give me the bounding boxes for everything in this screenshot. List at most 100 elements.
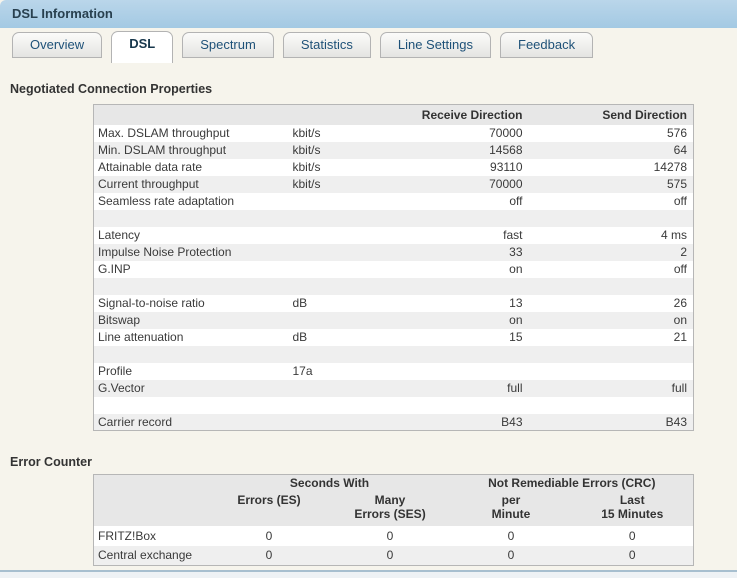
table-row-spacer	[94, 397, 694, 414]
section-heading-error-counter: Error Counter	[10, 455, 737, 469]
table-row: Line attenuationdB1521	[94, 329, 694, 346]
table-row: Latency fast4 ms	[94, 227, 694, 244]
error-table-header: Seconds With Not Remediable Errors (CRC)…	[94, 475, 694, 526]
error-row-label: Central exchange	[94, 546, 209, 566]
group-header-crc: Not Remediable Errors (CRC)	[451, 475, 694, 492]
property-label	[94, 346, 289, 363]
receive-value	[364, 363, 529, 380]
property-label: Latency	[94, 227, 289, 244]
property-label: Seamless rate adaptation	[94, 193, 289, 210]
property-unit: kbit/s	[289, 176, 364, 193]
send-value: 576	[529, 125, 694, 142]
property-label: Current throughput	[94, 176, 289, 193]
per-minute-value: 0	[451, 546, 572, 566]
header-spacer	[94, 105, 289, 125]
error-table-body: FRITZ!Box 0 0 0 0 Central exchange 0 0 0…	[94, 526, 694, 566]
tab-overview[interactable]: Overview	[12, 32, 102, 58]
receive-value: 33	[364, 244, 529, 261]
col-header-receive: Receive Direction	[364, 105, 529, 125]
property-label: G.INP	[94, 261, 289, 278]
property-label	[94, 397, 289, 414]
receive-value	[364, 346, 529, 363]
col-header-send: Send Direction	[529, 105, 694, 125]
table-row: Current throughputkbit/s70000575	[94, 176, 694, 193]
tab-line-settings[interactable]: Line Settings	[380, 32, 491, 58]
col-header-errors-es: Errors (ES)	[209, 492, 330, 526]
property-label: Min. DSLAM throughput	[94, 142, 289, 159]
send-value: 21	[529, 329, 694, 346]
property-unit: kbit/s	[289, 125, 364, 142]
page-title: DSL Information	[12, 6, 113, 21]
receive-value: off	[364, 193, 529, 210]
col-header-last-15-minutes: Last 15 Minutes	[572, 492, 694, 526]
error-counter-table: Seconds With Not Remediable Errors (CRC)…	[93, 474, 694, 566]
tab-dsl[interactable]: DSL	[111, 31, 173, 63]
per-minute-value: 0	[451, 526, 572, 546]
property-unit	[289, 227, 364, 244]
send-value	[529, 397, 694, 414]
property-label	[94, 278, 289, 295]
es-value: 0	[209, 526, 330, 546]
ses-value: 0	[330, 546, 451, 566]
tab-spectrum[interactable]: Spectrum	[182, 32, 274, 58]
send-value: 14278	[529, 159, 694, 176]
send-value: B43	[529, 414, 694, 431]
es-value: 0	[209, 546, 330, 566]
send-value: 2	[529, 244, 694, 261]
send-value: off	[529, 261, 694, 278]
property-label: Bitswap	[94, 312, 289, 329]
property-unit	[289, 244, 364, 261]
send-value: 4 ms	[529, 227, 694, 244]
property-unit: kbit/s	[289, 142, 364, 159]
negotiated-connection-table: Receive Direction Send Direction Max. DS…	[93, 104, 694, 431]
receive-value: 13	[364, 295, 529, 312]
table-row: Signal-to-noise ratiodB1326	[94, 295, 694, 312]
table-row: G.Vectorfullfull	[94, 380, 694, 397]
property-unit	[289, 210, 364, 227]
receive-value: on	[364, 261, 529, 278]
send-value: on	[529, 312, 694, 329]
receive-value	[364, 397, 529, 414]
negotiated-table-body: Max. DSLAM throughputkbit/s70000576 Min.…	[94, 125, 694, 431]
page-title-bar: DSL Information	[0, 0, 737, 28]
send-value: 64	[529, 142, 694, 159]
section-heading-negotiated: Negotiated Connection Properties	[10, 82, 737, 96]
table-row: G.INP onoff	[94, 261, 694, 278]
col-header-per-minute: per Minute	[451, 492, 572, 526]
send-value: off	[529, 193, 694, 210]
property-label: Profile	[94, 363, 289, 380]
property-label: Line attenuation	[94, 329, 289, 346]
last-15-value: 0	[572, 526, 694, 546]
receive-value	[364, 210, 529, 227]
table-row: Max. DSLAM throughputkbit/s70000576	[94, 125, 694, 142]
table-row-spacer	[94, 278, 694, 295]
receive-value: 93110	[364, 159, 529, 176]
property-unit	[289, 193, 364, 210]
property-label: Max. DSLAM throughput	[94, 125, 289, 142]
ses-value: 0	[330, 526, 451, 546]
header-spacer	[94, 492, 209, 526]
property-label: Carrier record	[94, 414, 289, 431]
property-label: Signal-to-noise ratio	[94, 295, 289, 312]
bottom-divider	[0, 570, 737, 578]
tab-statistics[interactable]: Statistics	[283, 32, 371, 58]
receive-value: 70000	[364, 176, 529, 193]
property-unit	[289, 346, 364, 363]
group-header-row: Seconds With Not Remediable Errors (CRC)	[94, 475, 694, 492]
receive-value: fast	[364, 227, 529, 244]
send-value: full	[529, 380, 694, 397]
tab-feedback[interactable]: Feedback	[500, 32, 593, 58]
table-row: Seamless rate adaptation offoff	[94, 193, 694, 210]
property-unit	[289, 278, 364, 295]
property-unit	[289, 380, 364, 397]
receive-value: 14568	[364, 142, 529, 159]
header-spacer	[94, 475, 209, 492]
send-value	[529, 278, 694, 295]
property-unit	[289, 414, 364, 431]
receive-value: B43	[364, 414, 529, 431]
property-label: G.Vector	[94, 380, 289, 397]
table-row-spacer	[94, 210, 694, 227]
property-unit	[289, 261, 364, 278]
send-value: 575	[529, 176, 694, 193]
header-spacer	[289, 105, 364, 125]
